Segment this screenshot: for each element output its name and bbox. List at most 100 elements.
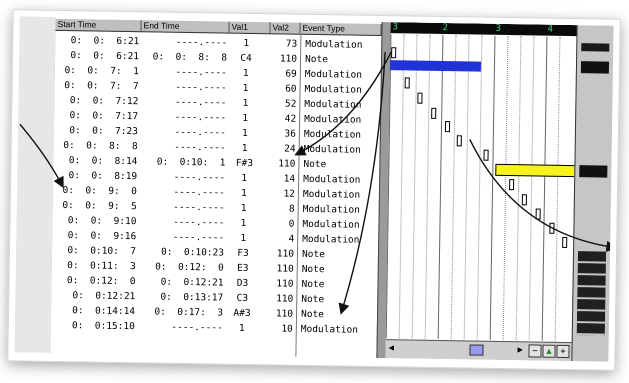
- modulation-marker[interactable]: [535, 208, 541, 220]
- end-time-cell[interactable]: 0: 0:13:17: [139, 289, 223, 305]
- bar-ruler[interactable]: 3 2 3 4: [390, 22, 577, 37]
- modulation-marker[interactable]: [549, 222, 555, 234]
- val1-cell[interactable]: 1: [230, 111, 260, 126]
- modulation-marker[interactable]: [431, 107, 437, 119]
- end-time-cell[interactable]: 0: 0:12: 0: [140, 259, 224, 275]
- val1-cell[interactable]: 1: [230, 126, 260, 141]
- start-time-cell[interactable]: 0: 0: 7:23: [58, 123, 138, 139]
- modulation-marker[interactable]: [391, 47, 397, 59]
- start-time-cell[interactable]: 0: 0: 7:12: [58, 93, 139, 109]
- event-type-cell[interactable]: Modulation: [302, 217, 359, 233]
- keyboard-strip[interactable]: [571, 25, 614, 362]
- val2-cell[interactable]: 110: [267, 291, 293, 306]
- start-time-cell[interactable]: 0: 0:11: 3: [56, 258, 136, 274]
- key-black[interactable]: [576, 311, 606, 324]
- piano-roll[interactable]: 3 2 3 4 ◀ ▶ − ▲ +: [385, 22, 577, 362]
- start-time-cell[interactable]: 0: 0:15:10: [55, 318, 135, 334]
- start-time-cell[interactable]: 0: 0:12: 0: [55, 273, 136, 289]
- end-time-cell[interactable]: ----.----: [142, 139, 226, 155]
- column-header-event-type[interactable]: Event Type: [300, 22, 382, 36]
- event-type-cell[interactable]: Note: [305, 52, 328, 67]
- end-time-cell[interactable]: 0: 0:17: 3: [139, 304, 223, 320]
- end-time-cell[interactable]: ----.----: [141, 199, 225, 215]
- modulation-marker[interactable]: [521, 194, 527, 206]
- event-type-cell[interactable]: Note: [301, 292, 324, 307]
- end-time-cell[interactable]: 0: 0:10: 1: [141, 154, 226, 170]
- key-black[interactable]: [577, 275, 606, 288]
- start-time-cell[interactable]: 0: 0: 8:14: [57, 153, 138, 169]
- val1-cell[interactable]: D3: [227, 276, 257, 291]
- start-time-cell[interactable]: 0: 0: 7:17: [58, 108, 138, 124]
- end-time-cell[interactable]: ----.----: [141, 169, 226, 185]
- val1-cell[interactable]: 1: [230, 141, 260, 156]
- event-type-cell[interactable]: Modulation: [304, 82, 361, 98]
- event-type-cell[interactable]: Modulation: [304, 127, 361, 143]
- event-type-cell[interactable]: Modulation: [304, 142, 361, 158]
- end-time-cell[interactable]: 0: 0:12:21: [139, 274, 224, 290]
- event-type-cell[interactable]: Note: [302, 247, 325, 262]
- val2-cell[interactable]: 69: [271, 66, 297, 81]
- end-time-cell[interactable]: 0: 0:10:23: [140, 244, 224, 260]
- val2-cell[interactable]: 110: [268, 261, 294, 276]
- val1-cell[interactable]: C4: [231, 51, 261, 66]
- zoom-plus-button[interactable]: +: [556, 344, 570, 359]
- start-time-cell[interactable]: 0: 0: 9:16: [56, 228, 137, 244]
- val2-cell[interactable]: 60: [270, 81, 297, 96]
- event-type-cell[interactable]: Note: [301, 307, 324, 322]
- start-time-cell[interactable]: 0: 0:12:21: [55, 288, 135, 304]
- zoom-out-button[interactable]: −: [528, 344, 542, 358]
- column-header-end-time[interactable]: End Time: [141, 20, 230, 33]
- scroll-thumb[interactable]: [469, 344, 484, 356]
- val2-cell[interactable]: 24: [270, 141, 296, 156]
- end-time-cell[interactable]: ----.----: [142, 109, 227, 125]
- start-time-cell[interactable]: 0: 0: 9: 5: [57, 198, 137, 214]
- val1-cell[interactable]: 1: [228, 231, 258, 246]
- val1-cell[interactable]: C3: [227, 291, 257, 306]
- val1-cell[interactable]: 1: [227, 321, 257, 336]
- val2-cell[interactable]: 52: [270, 96, 297, 111]
- event-type-cell[interactable]: Modulation: [304, 97, 361, 113]
- val2-cell[interactable]: 0: [268, 216, 295, 231]
- val2-cell[interactable]: 110: [267, 306, 293, 321]
- key-black[interactable]: [577, 251, 607, 264]
- modulation-marker[interactable]: [483, 149, 489, 161]
- event-type-cell[interactable]: Note: [302, 262, 325, 277]
- note-c4[interactable]: [387, 60, 482, 72]
- end-time-cell[interactable]: ----.----: [142, 79, 227, 95]
- event-type-cell[interactable]: Modulation: [304, 112, 361, 128]
- val2-cell[interactable]: 73: [271, 36, 298, 51]
- end-time-cell[interactable]: ----.----: [143, 34, 228, 50]
- column-header-val2[interactable]: Val2: [270, 22, 301, 34]
- event-type-cell[interactable]: Modulation: [305, 37, 362, 53]
- modulation-marker[interactable]: [562, 236, 568, 248]
- val2-cell[interactable]: 12: [269, 186, 295, 201]
- val1-cell[interactable]: 1: [230, 81, 260, 96]
- scroll-right-icon[interactable]: ▶: [517, 345, 523, 356]
- modulation-marker[interactable]: [444, 121, 451, 133]
- val1-cell[interactable]: 1: [230, 96, 260, 111]
- val1-cell[interactable]: 1: [229, 171, 259, 186]
- end-time-cell[interactable]: ----.----: [139, 319, 223, 335]
- val2-cell[interactable]: 14: [269, 171, 296, 186]
- val1-cell[interactable]: E3: [228, 261, 258, 276]
- val1-cell[interactable]: 1: [228, 216, 258, 231]
- end-time-cell[interactable]: ----.----: [141, 184, 225, 200]
- modulation-marker[interactable]: [509, 179, 515, 191]
- event-type-cell[interactable]: Modulation: [303, 172, 360, 188]
- event-type-cell[interactable]: Modulation: [303, 187, 360, 203]
- event-type-cell[interactable]: Modulation: [303, 202, 360, 218]
- start-time-cell[interactable]: 0: 0: 7: 7: [58, 78, 139, 94]
- start-time-cell[interactable]: 0: 0:10: 7: [56, 243, 136, 259]
- column-header-val1[interactable]: Val1: [229, 21, 271, 34]
- start-time-cell[interactable]: 0: 0: 6:21: [59, 33, 140, 49]
- end-time-cell[interactable]: ----.----: [142, 94, 227, 110]
- key-black[interactable]: [577, 287, 606, 300]
- end-time-cell[interactable]: ----.----: [140, 214, 225, 230]
- event-type-cell[interactable]: Modulation: [301, 322, 358, 338]
- val1-cell[interactable]: F#3: [229, 156, 259, 171]
- val1-cell[interactable]: A#3: [227, 306, 257, 321]
- key-black[interactable]: [577, 263, 606, 276]
- event-type-cell[interactable]: Modulation: [305, 67, 362, 83]
- val2-cell[interactable]: 110: [268, 246, 294, 261]
- val2-cell[interactable]: 110: [269, 156, 295, 171]
